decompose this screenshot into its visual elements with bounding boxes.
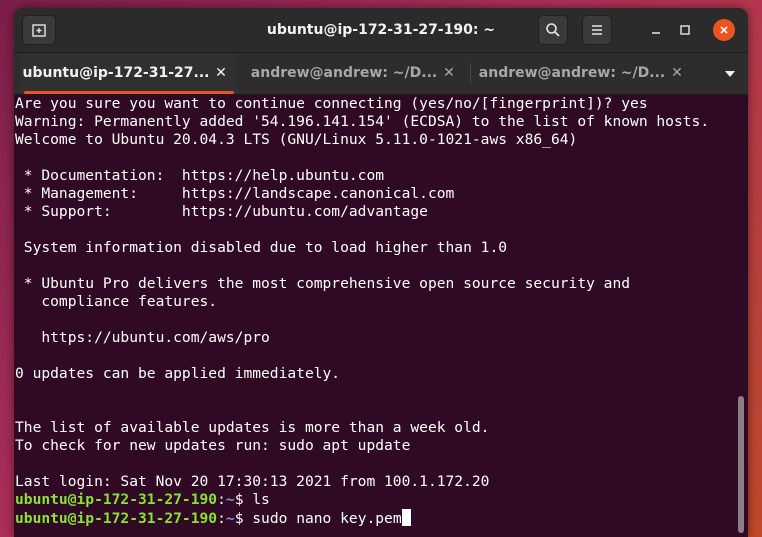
search-button[interactable] — [538, 15, 568, 45]
tab-label: ubuntu@ip-172-31-27... — [22, 65, 210, 81]
command-text: sudo nano key.pem — [252, 510, 402, 527]
terminal-line: The list of available updates is more th… — [15, 419, 490, 436]
terminal-line: Are you sure you want to continue connec… — [15, 95, 648, 112]
maximize-icon — [680, 25, 690, 35]
title-bar: ubuntu@ip-172-31-27-190: ~ — [14, 8, 748, 53]
scrollbar[interactable] — [736, 95, 746, 537]
prompt-line: ubuntu@ip-172-31-27-190:~$ sudo nano key… — [15, 509, 733, 527]
terminal-output[interactable]: Are you sure you want to continue connec… — [15, 95, 733, 537]
prompt-path: ~ — [225, 510, 235, 527]
prompt-path: ~ — [225, 491, 235, 508]
terminal-line: Last login: Sat Nov 20 17:30:13 2021 fro… — [15, 473, 490, 490]
scrollbar-thumb[interactable] — [738, 396, 744, 533]
terminal-line: * Documentation: https://help.ubuntu.com — [15, 167, 385, 184]
tab-andrew-2[interactable]: andrew@andrew: ~/D... ✕ — [476, 53, 694, 94]
terminal-line: 0 updates can be applied immediately. — [15, 365, 341, 382]
prompt-symbol: $ — [234, 510, 253, 527]
terminal-line: compliance features. — [15, 293, 218, 310]
prompt-separator: : — [217, 510, 226, 527]
search-icon — [546, 23, 560, 37]
minimize-button[interactable] — [645, 19, 667, 41]
prompt-user: ubuntu@ip-172-31-27-190 — [15, 491, 218, 508]
terminal-window: ubuntu@ip-172-31-27-190: ~ ubuntu@ip-172… — [14, 8, 748, 537]
terminal-line: To check for new updates run: sudo apt u… — [15, 437, 411, 454]
chevron-down-icon — [725, 70, 735, 77]
tab-close-icon[interactable]: ✕ — [440, 64, 458, 82]
prompt-user: ubuntu@ip-172-31-27-190 — [15, 510, 218, 527]
tab-close-icon[interactable]: ✕ — [212, 64, 230, 82]
new-tab-button[interactable] — [22, 15, 56, 45]
minimize-icon — [652, 32, 660, 34]
tab-label: andrew@andrew: ~/D... — [250, 65, 438, 81]
terminal-line: Warning: Permanently added '54.196.141.1… — [15, 113, 710, 130]
terminal-line: * Support: https://ubuntu.com/advantage — [15, 203, 428, 220]
prompt-separator: : — [217, 491, 226, 508]
tab-label: andrew@andrew: ~/D... — [478, 65, 666, 81]
terminal-line: https://ubuntu.com/aws/pro — [15, 329, 270, 346]
terminal-line: System information disabled due to load … — [15, 239, 508, 256]
terminal-line: * Management: https://landscape.canonica… — [15, 185, 455, 202]
terminal-line: * Ubuntu Pro delivers the most comprehen… — [15, 275, 631, 292]
tab-bar: ubuntu@ip-172-31-27... ✕ andrew@andrew: … — [14, 53, 748, 95]
menu-button[interactable] — [582, 15, 612, 45]
new-tab-icon — [32, 24, 46, 37]
tab-ubuntu-ip[interactable]: ubuntu@ip-172-31-27... ✕ — [20, 53, 238, 94]
close-button[interactable] — [713, 19, 735, 41]
prompt-line: ubuntu@ip-172-31-27-190:~$ ls — [15, 491, 733, 509]
window-title: ubuntu@ip-172-31-27-190: ~ — [266, 22, 496, 38]
tab-andrew-1[interactable]: andrew@andrew: ~/D... ✕ — [248, 53, 466, 94]
command-text: ls — [252, 491, 270, 508]
prompt-symbol: $ — [234, 491, 253, 508]
tab-close-icon[interactable]: ✕ — [668, 64, 686, 82]
tab-dropdown-button[interactable] — [712, 53, 748, 94]
close-icon — [720, 26, 728, 34]
tab-divider — [470, 63, 471, 84]
text-cursor — [401, 509, 411, 526]
hamburger-menu-icon — [592, 25, 602, 35]
maximize-button[interactable] — [674, 19, 696, 41]
terminal-line: Welcome to Ubuntu 20.04.3 LTS (GNU/Linux… — [15, 131, 578, 148]
